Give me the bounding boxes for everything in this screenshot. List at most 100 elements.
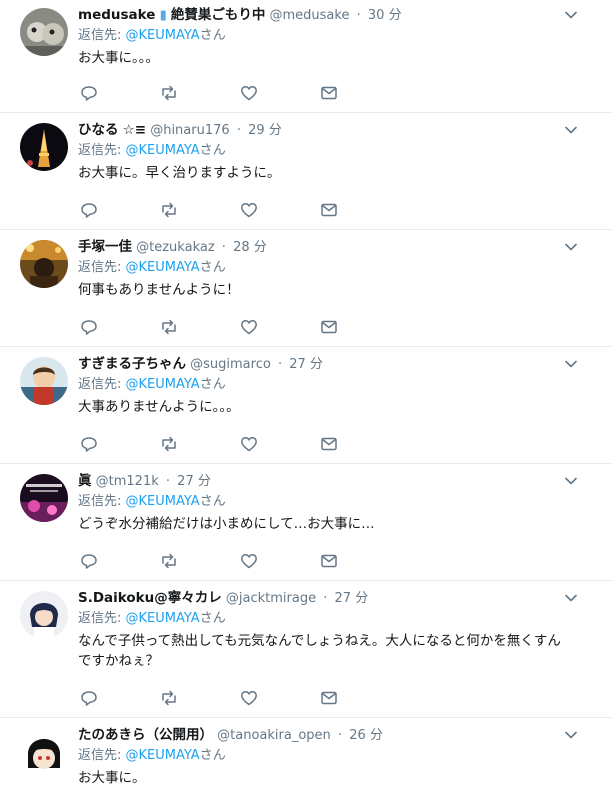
tweet-6[interactable]: S.Daikoku@寧々カレ @jacktmirage · 27 分 返信先: … [0,581,612,718]
mention-link[interactable]: @KEUMAYA [126,611,200,626]
timestamp[interactable]: 26 分 [349,728,383,743]
reply-icon[interactable] [80,689,160,707]
mention-suffix: さん [199,494,226,509]
chevron-down-icon[interactable] [564,8,578,22]
chevron-down-icon[interactable] [564,123,578,137]
reply-icon[interactable] [80,552,160,570]
reply-context: 返信先: @KEUMAYAさん [78,376,572,394]
separator-dot: · [337,728,343,743]
chevron-down-icon[interactable] [564,357,578,371]
tweet-text: お大事に。早く治りますように。 [78,165,281,181]
timestamp[interactable]: 27 分 [335,591,369,606]
separator-dot: · [277,357,283,372]
screen-name[interactable]: @tezukakaz [136,240,215,255]
screen-name[interactable]: @hinaru176 [150,123,229,138]
avatar[interactable] [20,474,68,522]
reply-context: 返信先: @KEUMAYAさん [78,259,572,277]
tweet-3[interactable]: 手塚一佳 @tezukakaz · 28 分 返信先: @KEUMAYAさん 何… [0,230,612,347]
mention-link[interactable]: @KEUMAYA [126,260,200,275]
like-icon[interactable] [240,435,320,453]
retweet-icon[interactable] [160,318,240,336]
separator-dot: · [165,474,171,489]
direct-message-icon[interactable] [320,318,400,336]
retweet-icon[interactable] [160,435,240,453]
tweet-header: medusake ▮ 絶賛巣ごもり中 @medusake · 30 分 [78,6,572,25]
timestamp[interactable]: 30 分 [368,8,402,23]
tweet-actions [80,84,400,102]
timestamp[interactable]: 27 分 [177,474,211,489]
display-name[interactable]: 手塚一佳 [78,239,132,255]
tweet-header: ひなる ☆≡ @hinaru176 · 29 分 [78,121,572,140]
direct-message-icon[interactable] [320,435,400,453]
mention-suffix: さん [199,377,226,392]
like-icon[interactable] [240,552,320,570]
timestamp[interactable]: 27 分 [289,357,323,372]
mention-link[interactable]: @KEUMAYA [126,494,200,509]
retweet-icon[interactable] [160,84,240,102]
like-icon[interactable] [240,318,320,336]
direct-message-icon[interactable] [320,689,400,707]
mention-suffix: さん [199,143,226,158]
tweet-header: たのあきら（公開用） @tanoakira_open · 26 分 [78,726,572,745]
reply-icon[interactable] [80,201,160,219]
display-name[interactable]: 眞 [78,473,92,489]
separator-dot: · [236,123,241,138]
direct-message-icon[interactable] [320,552,400,570]
screen-name[interactable]: @tanoakira_open [217,728,331,743]
tweet-7[interactable]: たのあきら（公開用） @tanoakira_open · 26 分 返信先: @… [0,718,612,803]
timestamp[interactable]: 29 分 [248,123,282,138]
reply-icon[interactable] [80,84,160,102]
chevron-down-icon[interactable] [564,591,578,605]
chevron-down-icon[interactable] [564,728,578,742]
screen-name[interactable]: @tm121k [96,474,159,489]
mention-link[interactable]: @KEUMAYA [126,143,200,158]
tweet-2[interactable]: ひなる ☆≡ @hinaru176 · 29 分 返信先: @KEUMAYAさん… [0,113,612,230]
tweet-text: 何事もありませんように！ [78,282,240,298]
tweet-1[interactable]: medusake ▮ 絶賛巣ごもり中 @medusake · 30 分 返信先:… [0,0,612,113]
mention-link[interactable]: @KEUMAYA [126,28,200,43]
bottle-emoji-icon: ▮ [159,8,167,23]
separator-dot: · [356,8,361,23]
tweet-5[interactable]: 眞 @tm121k · 27 分 返信先: @KEUMAYAさん どうぞ水分補給… [0,464,612,581]
reply-icon[interactable] [80,318,160,336]
chevron-down-icon[interactable] [564,240,578,254]
mention-link[interactable]: @KEUMAYA [126,377,200,392]
screen-name[interactable]: @sugimarco [190,357,271,372]
retweet-icon[interactable] [160,552,240,570]
avatar[interactable] [20,591,68,639]
tweet-actions [80,552,400,570]
display-name[interactable]: ひなる [78,122,119,138]
mention-link[interactable]: @KEUMAYA [126,748,200,763]
reply-feed: medusake ▮ 絶賛巣ごもり中 @medusake · 30 分 返信先:… [0,0,612,803]
screen-name[interactable]: @jacktmirage [226,591,316,606]
screen-name[interactable]: @medusake [270,8,350,23]
reply-prefix: 返信先: [78,748,126,763]
retweet-icon[interactable] [160,201,240,219]
direct-message-icon[interactable] [320,84,400,102]
display-name[interactable]: S.Daikoku@寧々カレ [78,590,222,606]
tweet-4[interactable]: すぎまる子ちゃん @sugimarco · 27 分 返信先: @KEUMAYA… [0,347,612,464]
reply-context: 返信先: @KEUMAYAさん [78,747,572,765]
chevron-down-icon[interactable] [564,474,578,488]
reply-prefix: 返信先: [78,611,126,626]
timestamp[interactable]: 28 分 [233,240,267,255]
display-name[interactable]: たのあきら（公開用） [78,727,213,743]
direct-message-icon[interactable] [320,201,400,219]
display-name[interactable]: すぎまる子ちゃん [78,356,186,372]
avatar[interactable] [20,123,68,171]
like-icon[interactable] [240,689,320,707]
tweet-header: 手塚一佳 @tezukakaz · 28 分 [78,238,572,257]
separator-dot: · [221,240,226,255]
retweet-icon[interactable] [160,689,240,707]
mention-suffix: さん [199,260,226,275]
avatar[interactable] [20,240,68,288]
like-icon[interactable] [240,84,320,102]
avatar[interactable] [20,8,68,56]
reply-context: 返信先: @KEUMAYAさん [78,610,572,628]
display-name[interactable]: medusake [78,7,155,23]
like-icon[interactable] [240,201,320,219]
avatar[interactable] [20,728,68,776]
reply-prefix: 返信先: [78,143,126,158]
avatar[interactable] [20,357,68,405]
reply-icon[interactable] [80,435,160,453]
